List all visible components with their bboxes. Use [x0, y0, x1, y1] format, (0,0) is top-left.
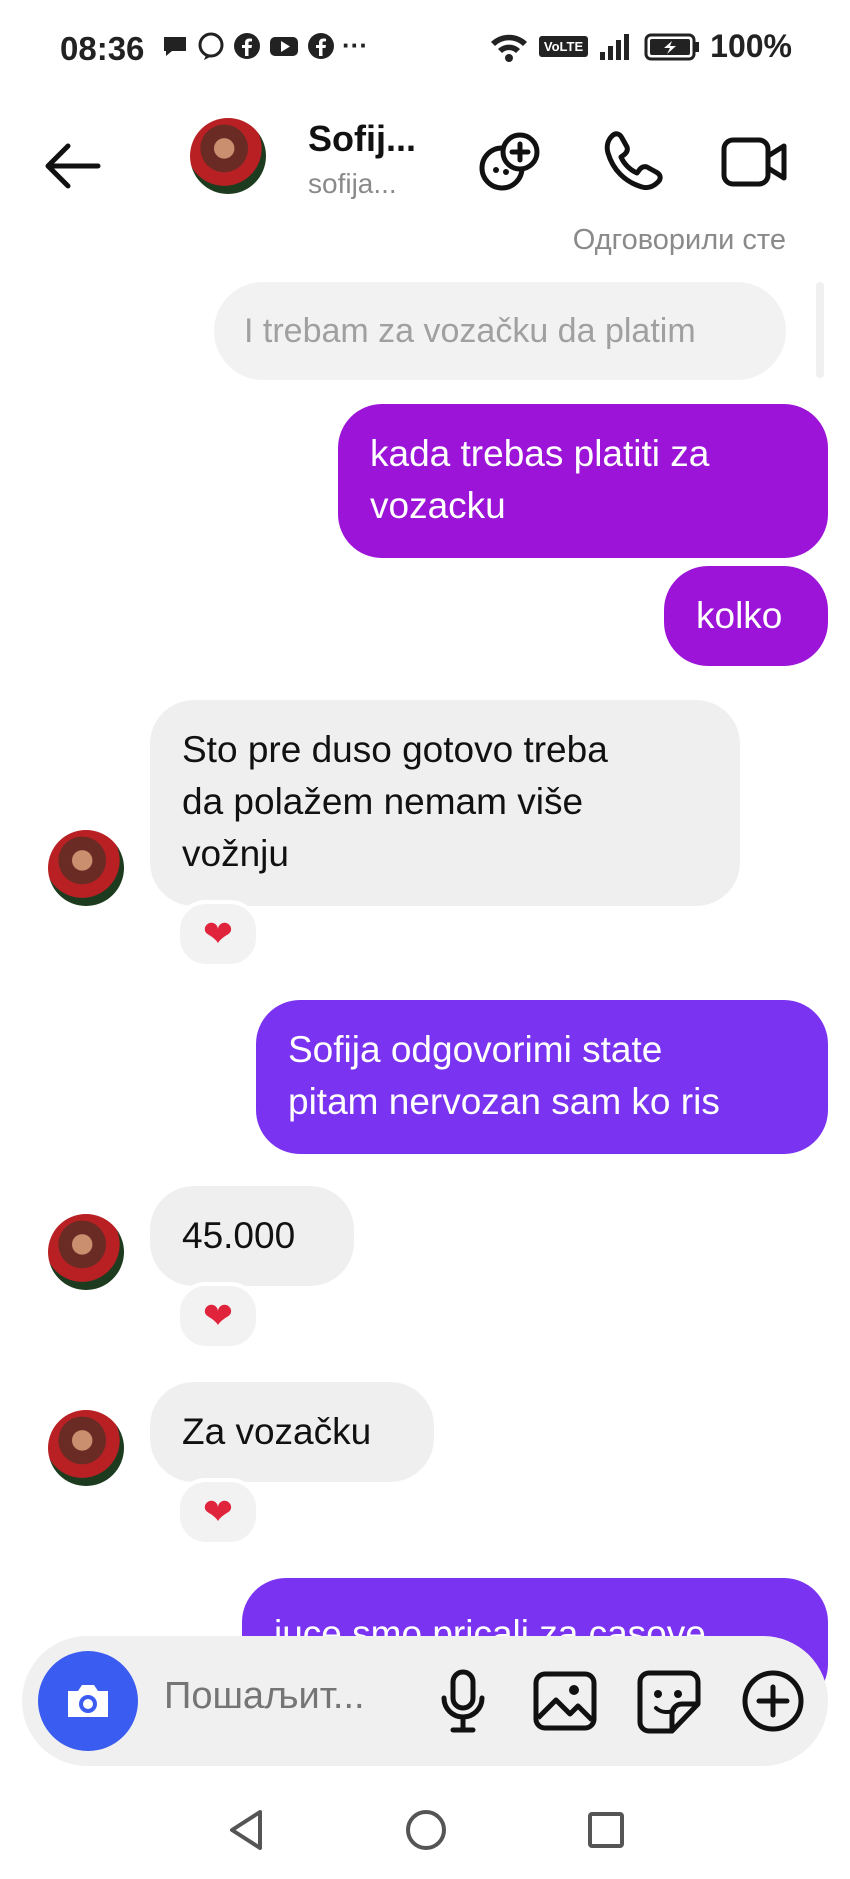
image-icon	[533, 1671, 597, 1731]
square-recents-icon	[588, 1812, 624, 1848]
quoted-message[interactable]: I trebam za vozačku da platim	[214, 282, 786, 380]
video-call-button[interactable]	[720, 126, 792, 198]
battery-charging-icon	[644, 33, 700, 60]
avatar-effects-icon	[479, 132, 540, 191]
system-navigation-bar	[0, 1780, 850, 1879]
signal-icon	[600, 33, 630, 60]
incoming-message[interactable]: Sto pre duso gotovo treba da polažem nem…	[150, 700, 740, 906]
heart-reaction[interactable]: ❤	[176, 1282, 260, 1350]
video-camera-icon	[721, 137, 787, 187]
nav-home-button[interactable]	[396, 1800, 456, 1860]
contact-name[interactable]: Sofij...	[308, 118, 416, 160]
heart-icon: ❤	[202, 1295, 234, 1336]
message-line: kolko	[696, 595, 783, 636]
microphone-icon	[441, 1669, 485, 1733]
camera-icon	[68, 1685, 108, 1717]
message-line: kada trebas platiti za	[370, 433, 710, 474]
sticker-button[interactable]	[634, 1666, 704, 1736]
message-line: Za vozačku	[182, 1411, 372, 1452]
nav-back-button[interactable]	[218, 1800, 278, 1860]
notification-icons: ···	[160, 30, 368, 61]
incoming-message[interactable]: 45.000	[150, 1186, 354, 1286]
volte-badge: VoLTE	[538, 36, 589, 57]
sticker-icon	[637, 1670, 701, 1734]
status-bar: 08:36 ··· VoLTE 100%	[0, 0, 850, 96]
heart-icon: ❤	[202, 913, 234, 954]
phone-icon	[604, 131, 663, 191]
message-line: Sofija odgovorimi state	[288, 1029, 663, 1070]
facebook-icon	[234, 32, 260, 59]
heart-icon: ❤	[202, 1491, 234, 1532]
incoming-message[interactable]: Za vozačku	[150, 1382, 434, 1482]
more-notifications-icon: ···	[342, 30, 368, 60]
heart-reaction[interactable]: ❤	[176, 1478, 260, 1546]
outgoing-message[interactable]: kada trebas platiti za vozacku	[338, 404, 828, 558]
circle-home-icon	[406, 1810, 446, 1850]
message-input[interactable]	[162, 1674, 406, 1719]
nav-recents-button[interactable]	[576, 1800, 636, 1860]
outgoing-message[interactable]: kolko	[664, 566, 828, 666]
status-time: 08:36	[60, 30, 145, 67]
youtube-icon	[270, 36, 298, 56]
viber-icon	[198, 32, 224, 60]
sender-avatar[interactable]	[48, 830, 124, 906]
sender-avatar[interactable]	[48, 1214, 124, 1290]
message-line: da polažem nemam više	[182, 781, 584, 822]
plus-circle-icon	[742, 1670, 804, 1732]
reply-indicator: Одговорили сте	[572, 224, 786, 256]
voice-message-button[interactable]	[428, 1666, 498, 1736]
facebook-icon	[308, 32, 334, 59]
triangle-back-icon	[230, 1810, 262, 1850]
message-composer	[22, 1636, 828, 1766]
outgoing-message[interactable]: Sofija odgovorimi state pitam nervozan s…	[256, 1000, 828, 1154]
system-icons: VoLTE 100%	[489, 28, 792, 65]
message-line: vozacku	[370, 485, 506, 526]
message-line: Sto pre duso gotovo treba	[182, 729, 608, 770]
message-line: vožnju	[182, 833, 289, 874]
chat-header: Sofij... sofija...	[0, 96, 850, 226]
arrow-left-icon	[45, 143, 101, 189]
heart-reaction[interactable]: ❤	[176, 900, 260, 968]
voice-call-button[interactable]	[596, 126, 668, 198]
chat-icon	[164, 36, 186, 56]
quote-bar	[816, 282, 824, 378]
sender-avatar[interactable]	[48, 1410, 124, 1486]
contact-avatar[interactable]	[190, 118, 266, 194]
battery-percent: 100%	[710, 28, 792, 64]
message-line: pitam nervozan sam ko ris	[288, 1081, 720, 1122]
gallery-button[interactable]	[530, 1666, 600, 1736]
wifi-icon	[490, 34, 527, 62]
camera-button[interactable]	[38, 1651, 138, 1751]
contact-username[interactable]: sofija...	[308, 168, 397, 200]
effects-button[interactable]	[474, 126, 546, 198]
message-line: 45.000	[182, 1215, 296, 1256]
more-options-button[interactable]	[738, 1666, 808, 1736]
back-button[interactable]	[38, 136, 108, 196]
